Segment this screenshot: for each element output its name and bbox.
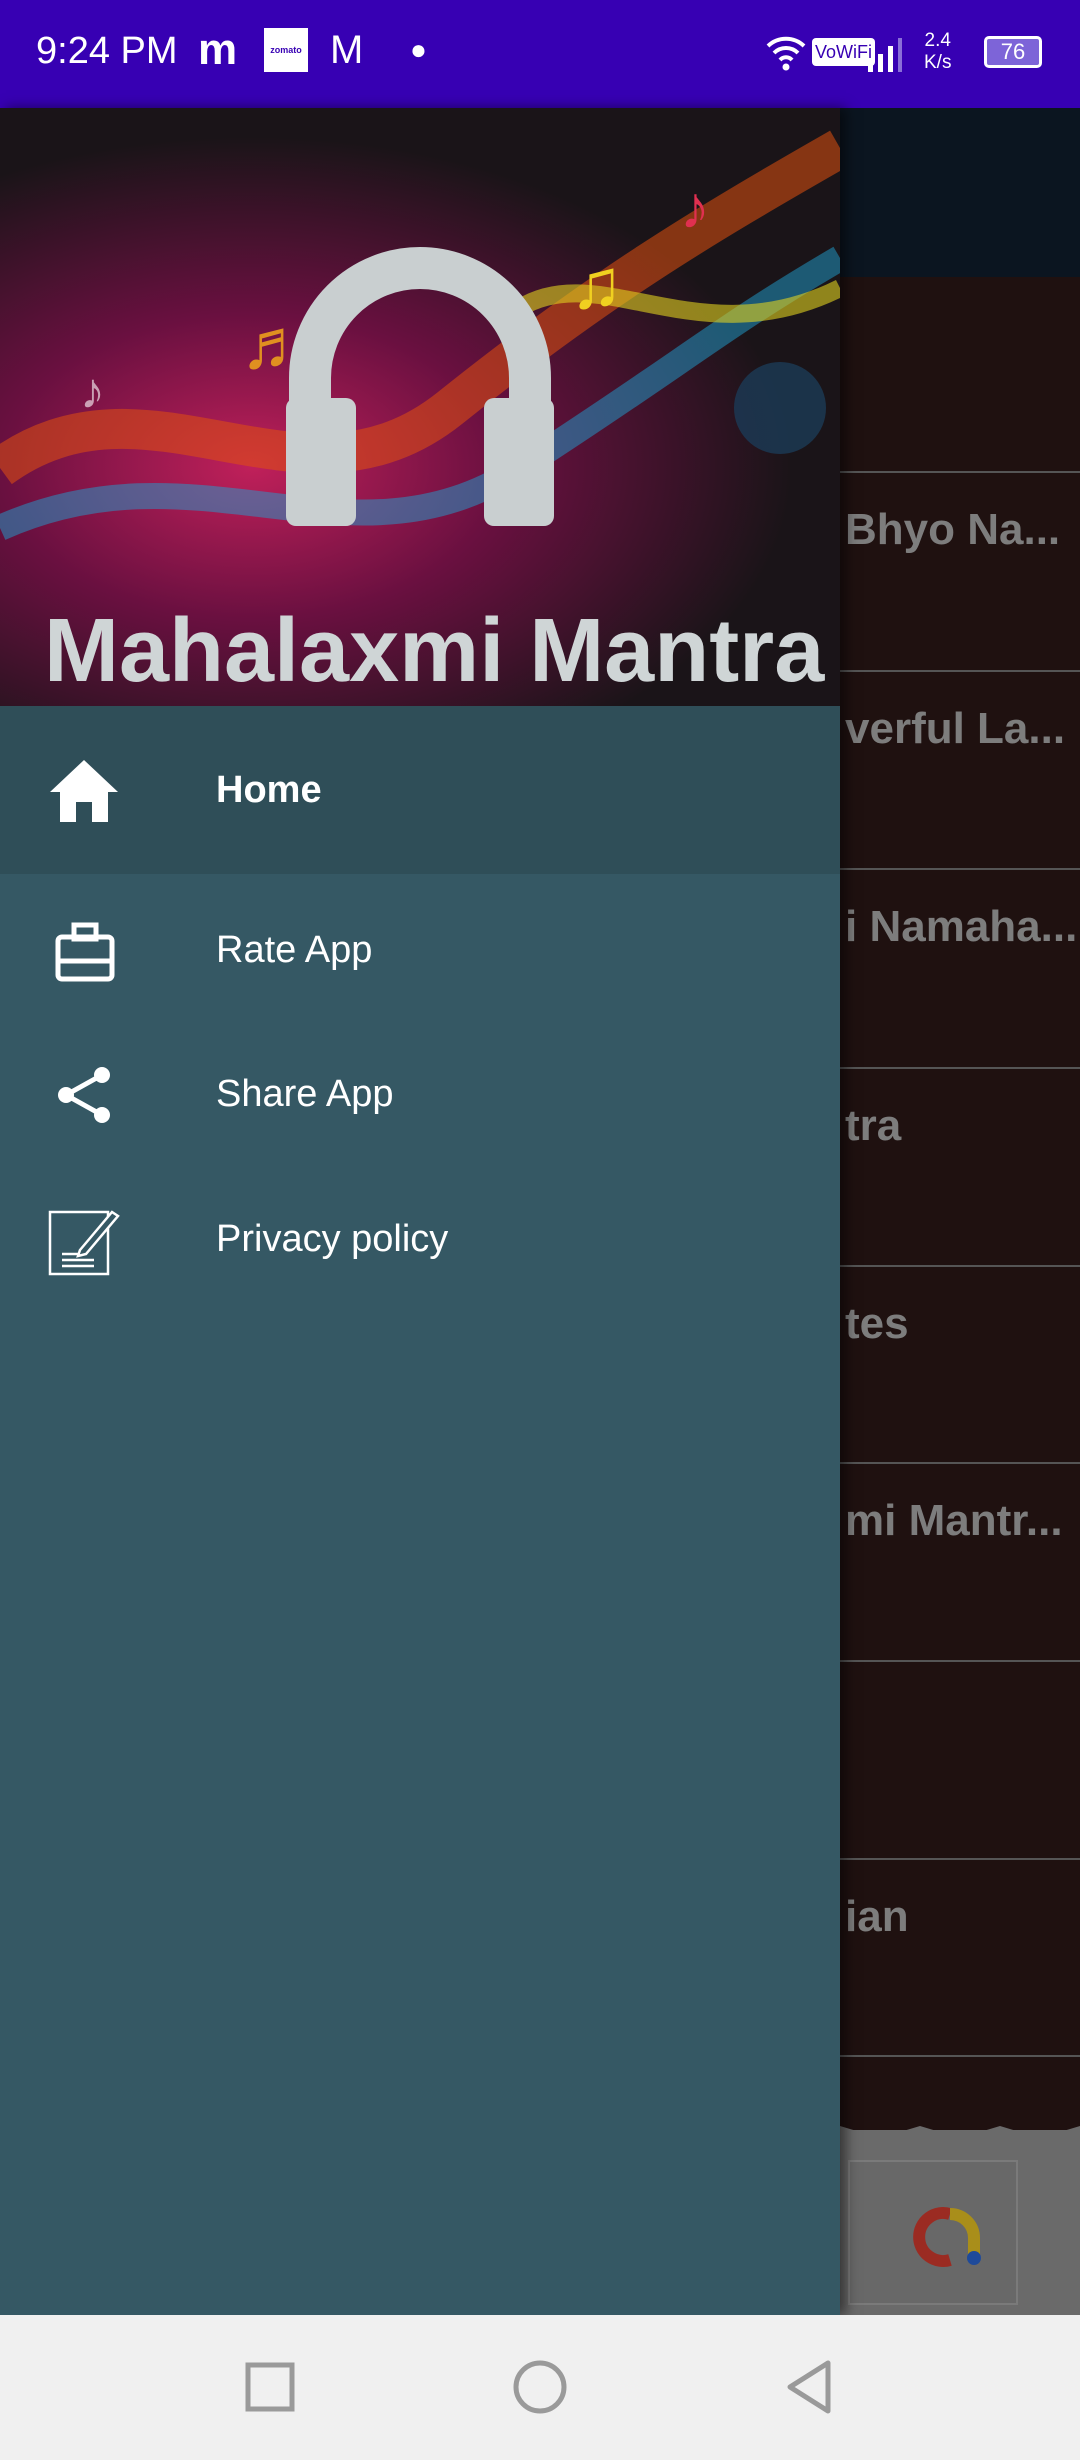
share-icon: [58, 1066, 110, 1123]
zomato-text: zomato: [270, 45, 302, 55]
speed-value: 2.4: [924, 30, 951, 51]
list-item-title: verful La...: [845, 704, 1066, 753]
drawer-item-share-app[interactable]: Share App: [0, 1022, 840, 1167]
briefcase-icon: [55, 922, 115, 981]
drawer-header: ♫ ♪ ♬ ♪ Mahalaxmi Mantra: [0, 108, 840, 706]
home-icon: [50, 760, 118, 822]
signal-icon: [868, 38, 902, 72]
back-triangle-icon[interactable]: [780, 2357, 840, 2417]
zomato-notification-icon: zomato: [264, 28, 308, 72]
headphones-icon: [286, 247, 554, 526]
gmail-notification-icon: M: [330, 27, 364, 72]
battery-level: 76: [1000, 39, 1026, 64]
list-item-title: Bhyo Na...: [845, 505, 1061, 554]
svg-text:♫: ♫: [570, 245, 623, 323]
drawer-item-privacy-policy[interactable]: Privacy policy: [0, 1167, 840, 1312]
drawer-item-home[interactable]: Home: [0, 706, 840, 874]
list-item-title: i Namaha...: [845, 902, 1078, 951]
navigation-drawer: ♫ ♪ ♬ ♪ Mahalaxmi Mantra Home Rate App S…: [0, 108, 840, 2315]
list-item-title: mi Mantr...: [845, 1496, 1063, 1545]
list-item-title: tes: [845, 1299, 909, 1348]
edit-document-icon: [48, 1209, 120, 1275]
ad-logo-box[interactable]: [848, 2160, 1018, 2305]
battery-icon: 76: [984, 36, 1042, 68]
recent-apps-square-icon[interactable]: [240, 2357, 300, 2417]
status-bar: 9:24 PM m zomato M ● VoWiFi 2.4 K/s 76: [0, 0, 1080, 108]
svg-text:♪: ♪: [80, 363, 105, 419]
list-item-title: tra: [845, 1101, 902, 1150]
status-time: 9:24 PM: [36, 30, 178, 72]
drawer-item-label: Privacy policy: [216, 1218, 449, 1260]
drawer-item-label: Share App: [216, 1073, 394, 1115]
svg-text:♪: ♪: [680, 174, 710, 241]
drawer-item-label: Home: [216, 768, 322, 811]
moj-notification-icon: m: [198, 25, 238, 74]
drawer-header-title: Mahalaxmi Mantra: [44, 601, 825, 701]
drawer-item-rate-app[interactable]: Rate App: [0, 878, 840, 1023]
wifi-icon: [766, 36, 806, 71]
network-speed: 2.4 K/s: [924, 30, 951, 74]
vowifi-text: VoWiFi: [815, 41, 873, 62]
speed-unit: K/s: [924, 52, 952, 73]
drawer-item-label: Rate App: [216, 929, 373, 971]
ad-logo-icon: [913, 2207, 981, 2267]
more-notifications-dot-icon: ●: [410, 34, 427, 65]
list-item-title: ian: [845, 1892, 909, 1941]
home-circle-icon[interactable]: [510, 2357, 570, 2417]
system-navigation-bar: [0, 2315, 1080, 2460]
